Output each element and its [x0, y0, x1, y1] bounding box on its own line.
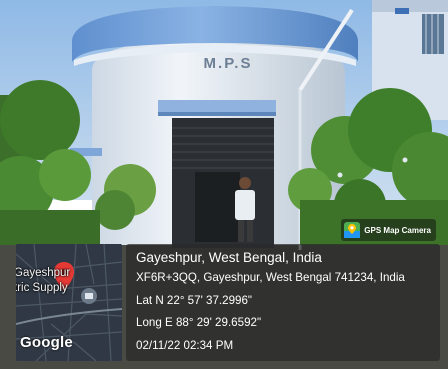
location-info-panel: Gayeshpur, West Bengal, India XF6R+3QQ, … [126, 244, 440, 361]
map-place-label: Gayeshpur tric Supply [16, 267, 71, 294]
building-sign: M.P.S [204, 55, 253, 72]
location-title: Gayeshpur, West Bengal, India [136, 250, 322, 265]
location-latitude: Lat N 22° 57' 37.2996" [136, 293, 253, 307]
location-address: XF6R+3QQ, Gayeshpur, West Bengal 741234,… [136, 271, 405, 284]
app-badge-label: GPS Map Camera [364, 225, 431, 235]
google-logo: Google [20, 334, 73, 351]
location-datetime: 02/11/22 02:34 PM [136, 338, 234, 352]
app-badge: GPS Map Camera [341, 219, 436, 241]
location-longitude: Long E 88° 29' 29.6592" [136, 316, 262, 329]
gps-map-camera-icon [344, 222, 361, 238]
map-thumbnail: Gayeshpur tric Supply Google [16, 244, 122, 361]
